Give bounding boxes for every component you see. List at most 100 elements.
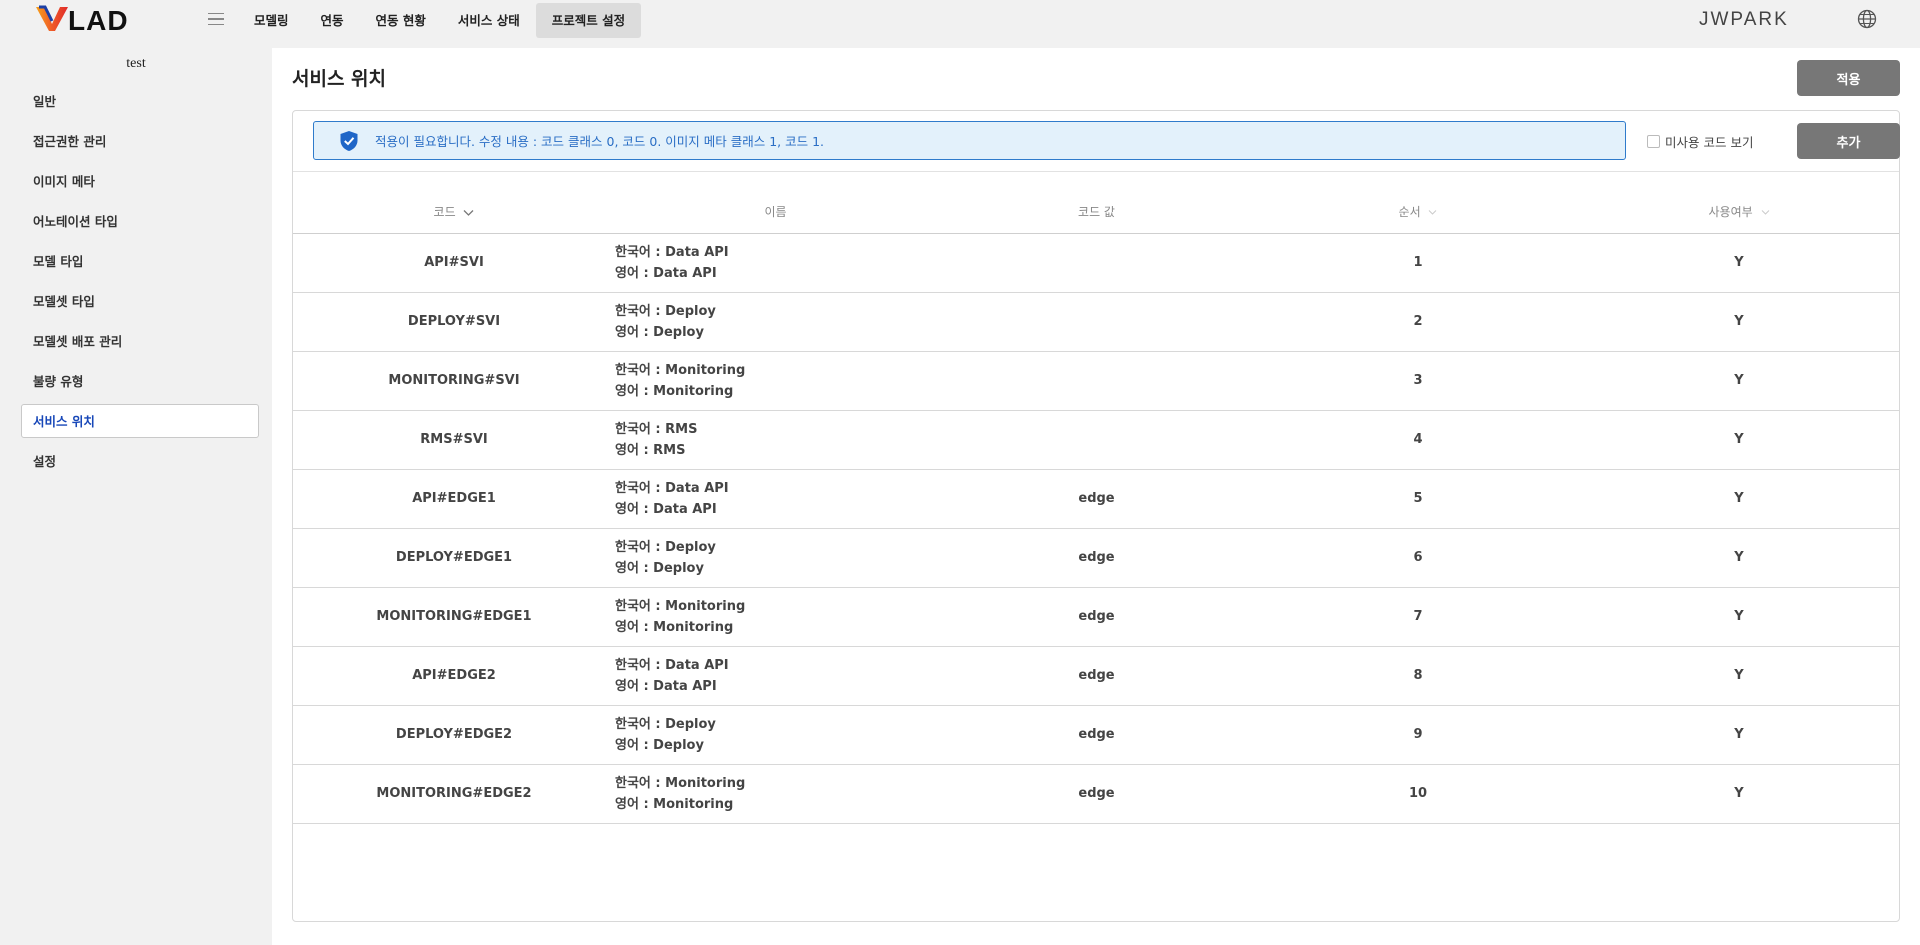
table-row[interactable]: DEPLOY#EDGE2 한국어 : Deploy 영어 : Deploy edge 9… <box>293 705 1899 765</box>
top-nav-item[interactable]: 프로젝트 설정 <box>535 3 642 38</box>
top-nav-item[interactable]: 서비스 상태 <box>442 3 536 38</box>
name-english: 영어 : Monitoring <box>615 619 734 635</box>
cell-order: 5 <box>1257 469 1579 529</box>
column-header-label: 사용여부 <box>1708 205 1753 220</box>
name-korean: 한국어 : Deploy <box>615 716 716 732</box>
cell-code-value: edge <box>936 646 1257 706</box>
cell-order: 1 <box>1257 233 1579 293</box>
cell-use: Y <box>1579 233 1899 293</box>
add-button[interactable]: 추가 <box>1797 123 1900 159</box>
table-row[interactable]: DEPLOY#EDGE1 한국어 : Deploy 영어 : Deploy edge 6… <box>293 528 1899 588</box>
name-english: 영어 : Deploy <box>615 324 704 340</box>
column-header-label: 순서 <box>1398 205 1421 220</box>
top-nav: 모델링 연동 연동 현황 서비스 상태 프로젝트 설정 <box>238 3 642 38</box>
apply-button[interactable]: 적용 <box>1797 60 1900 96</box>
panel-divider <box>293 171 1899 172</box>
cell-code: API#SVI <box>293 233 615 293</box>
table-body: API#SVI 한국어 : Data API 영어 : Data API 1 Y DEPL… <box>293 233 1899 824</box>
unused-code-toggle[interactable]: 미사용 코드 보기 <box>1647 132 1753 151</box>
top-nav-item[interactable]: 연동 <box>305 3 360 38</box>
table-row[interactable]: MONITORING#EDGE1 한국어 : Monitoring 영어 : Mon… <box>293 587 1899 647</box>
cell-code-value: edge <box>936 764 1257 824</box>
cell-name: 한국어 : Deploy 영어 : Deploy <box>615 528 936 588</box>
code-table: 코드 이름 코드 값 순서 사용여부 API#SVI 한국어: Data AP… <box>293 191 1899 824</box>
cell-code-value <box>936 351 1257 411</box>
table-row[interactable]: DEPLOY#SVI 한국어 : Deploy 영어 : Deploy 2 Y <box>293 292 1899 352</box>
cell-order: 7 <box>1257 587 1579 647</box>
cell-order: 4 <box>1257 410 1579 470</box>
column-header-order[interactable]: 순서 <box>1257 191 1579 234</box>
sidebar-item[interactable]: 모델셋 배포 관리 <box>21 324 259 358</box>
column-header-value: 코드 값 <box>936 191 1257 234</box>
globe-icon[interactable] <box>1857 9 1877 29</box>
name-english: 영어 : Deploy <box>615 737 704 753</box>
sidebar-item[interactable]: 접근권한 관리 <box>21 124 259 158</box>
name-korean: 한국어 : Deploy <box>615 539 716 555</box>
name-korean: 한국어 : Monitoring <box>615 362 746 378</box>
cell-code: MONITORING#EDGE2 <box>293 764 615 824</box>
sidebar-item[interactable]: 일반 <box>21 84 259 118</box>
cell-name: 한국어 : Data API 영어 : Data API <box>615 469 936 529</box>
table-row[interactable]: MONITORING#EDGE2 한국어 : Monitoring 영어 : Mon… <box>293 764 1899 824</box>
cell-use: Y <box>1579 646 1899 706</box>
cell-code: MONITORING#SVI <box>293 351 615 411</box>
table-row[interactable]: API#EDGE2 한국어 : Data API 영어 : Data API edge… <box>293 646 1899 706</box>
cell-code-value: edge <box>936 705 1257 765</box>
cell-name: 한국어 : Deploy 영어 : Deploy <box>615 705 936 765</box>
table-row[interactable]: RMS#SVI 한국어 : RMS 영어 : RMS 4 Y <box>293 410 1899 470</box>
name-korean: 한국어 : Monitoring <box>615 775 746 791</box>
chevron-down-icon <box>1761 210 1769 216</box>
cell-use: Y <box>1579 528 1899 588</box>
notice-banner: 적용이 필요합니다. 수정 내용 : 코드 클래스 0, 코드 0. 이미지 메… <box>313 121 1626 160</box>
cell-code: API#EDGE1 <box>293 469 615 529</box>
column-header-code[interactable]: 코드 <box>293 191 615 234</box>
sidebar-item[interactable]: 모델셋 타입 <box>21 284 259 318</box>
cell-code-value <box>936 410 1257 470</box>
name-korean: 한국어 : Monitoring <box>615 598 746 614</box>
cell-order: 10 <box>1257 764 1579 824</box>
chevron-down-icon <box>463 209 474 216</box>
column-header-label: 코드 <box>433 205 456 220</box>
sidebar-item[interactable]: 모델 타입 <box>21 244 259 278</box>
cell-name: 한국어 : RMS 영어 : RMS <box>615 410 936 470</box>
sidebar-item[interactable]: 이미지 메타 <box>21 164 259 198</box>
chevron-down-icon <box>1429 210 1437 216</box>
name-english: 영어 : Data API <box>615 501 717 517</box>
sidebar-item[interactable]: 설정 <box>21 444 259 478</box>
user-name[interactable]: JWPARK <box>1699 9 1789 31</box>
cell-code: API#EDGE2 <box>293 646 615 706</box>
name-korean: 한국어 : Data API <box>615 480 729 496</box>
cell-use: Y <box>1579 469 1899 529</box>
cell-use: Y <box>1579 764 1899 824</box>
table-row[interactable]: API#EDGE1 한국어 : Data API 영어 : Data API edge… <box>293 469 1899 529</box>
hamburger-icon[interactable] <box>205 8 227 30</box>
cell-code: DEPLOY#EDGE2 <box>293 705 615 765</box>
cell-name: 한국어 : Monitoring 영어 : Monitoring <box>615 587 936 647</box>
unused-code-label: 미사용 코드 보기 <box>1665 135 1754 150</box>
cell-use: Y <box>1579 410 1899 470</box>
cell-use: Y <box>1579 587 1899 647</box>
top-nav-item[interactable]: 모델링 <box>238 3 305 38</box>
cell-use: Y <box>1579 705 1899 765</box>
unused-code-checkbox[interactable] <box>1647 135 1660 148</box>
cell-order: 8 <box>1257 646 1579 706</box>
name-korean: 한국어 : Deploy <box>615 303 716 319</box>
cell-name: 한국어 : Monitoring 영어 : Monitoring <box>615 764 936 824</box>
table-row[interactable]: MONITORING#SVI 한국어 : Monitoring 영어 : Monit… <box>293 351 1899 411</box>
page-title: 서비스 위치 <box>292 68 387 90</box>
column-header-use[interactable]: 사용여부 <box>1579 191 1899 234</box>
top-nav-item[interactable]: 연동 현황 <box>360 3 442 38</box>
name-english: 영어 : Data API <box>615 678 717 694</box>
project-name: test <box>126 56 146 71</box>
vlad-logo[interactable]: LAD <box>34 4 164 34</box>
code-panel: 적용이 필요합니다. 수정 내용 : 코드 클래스 0, 코드 0. 이미지 메… <box>292 110 1900 922</box>
sidebar-item[interactable]: 서비스 위치 <box>21 404 259 438</box>
cell-code: DEPLOY#SVI <box>293 292 615 352</box>
cell-code: MONITORING#EDGE1 <box>293 587 615 647</box>
cell-order: 3 <box>1257 351 1579 411</box>
cell-order: 6 <box>1257 528 1579 588</box>
table-row[interactable]: API#SVI 한국어 : Data API 영어 : Data API 1 Y <box>293 233 1899 293</box>
sidebar-item[interactable]: 불량 유형 <box>21 364 259 398</box>
shield-check-icon <box>340 130 358 151</box>
sidebar-item[interactable]: 어노테이션 타입 <box>21 204 259 238</box>
